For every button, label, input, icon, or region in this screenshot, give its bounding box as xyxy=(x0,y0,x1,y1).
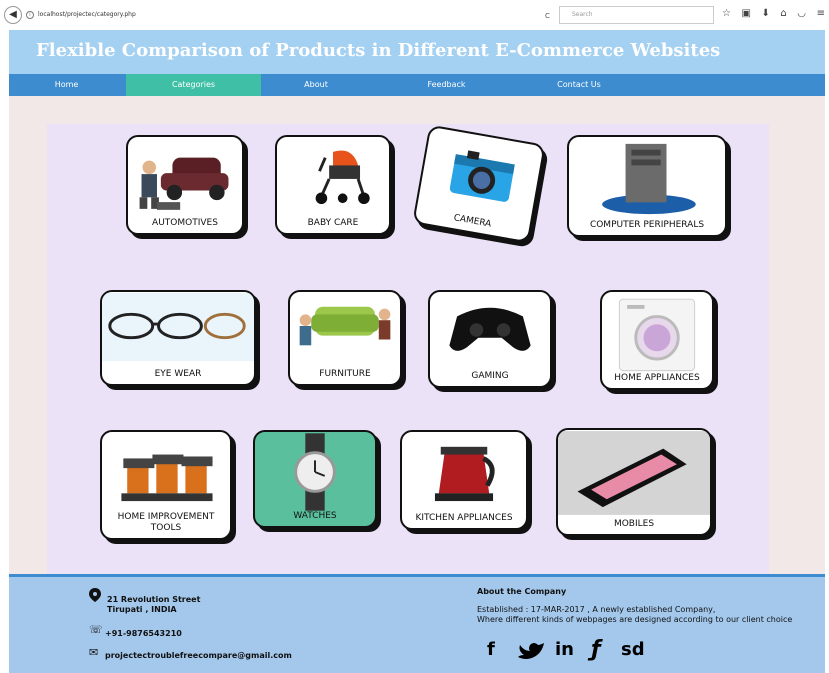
eyeglasses-icon xyxy=(102,292,254,362)
pocket-icon[interactable]: ◡ xyxy=(797,8,806,19)
category-label: WATCHES xyxy=(293,511,337,521)
washing-machine-icon xyxy=(618,298,696,372)
electric-kettle-icon xyxy=(434,446,495,502)
category-label: MOBILES xyxy=(613,519,655,529)
address-line1: 21 Revolution Street xyxy=(107,595,201,604)
email-address[interactable]: projectectroublefreecompare@gmail.com xyxy=(105,651,292,660)
nav-home[interactable]: Home xyxy=(9,74,124,96)
category-card-camera[interactable]: CAMERA xyxy=(412,124,546,244)
category-label: AUTOMOTIVES xyxy=(152,218,218,228)
nav-about[interactable]: About xyxy=(261,74,371,96)
category-card-mobiles[interactable]: MOBILES xyxy=(556,428,712,536)
category-label: KITCHEN APPLIANCES xyxy=(415,513,513,523)
category-card-automotives[interactable]: AUTOMOTIVES xyxy=(126,135,244,235)
browser-search-input[interactable]: Search xyxy=(559,6,714,24)
category-card-watches[interactable]: WATCHES xyxy=(253,430,377,528)
site-title: Flexible Comparison of Products in Diffe… xyxy=(36,40,721,61)
power-drills-icon xyxy=(121,454,213,502)
back-button[interactable]: ◀ xyxy=(4,6,22,24)
browser-toolbar: ◀ i localhost/projectec/category.php C S… xyxy=(0,0,829,30)
about-line2: Where different kinds of webpages are de… xyxy=(477,615,793,624)
computer-tower-icon xyxy=(602,143,696,215)
snapdeal-icon[interactable]: sd xyxy=(621,639,645,660)
phone-icon: ☏ xyxy=(89,623,103,636)
about-line1: Established : 17-MAR-2017 , A newly esta… xyxy=(477,605,716,614)
flipkart-icon[interactable]: ƒ xyxy=(591,637,601,662)
url-bar[interactable]: localhost/projectec/category.php xyxy=(24,6,544,24)
stroller-icon xyxy=(315,150,370,205)
category-label: BABY CARE xyxy=(307,218,359,228)
reload-button[interactable]: C xyxy=(545,12,550,20)
browser-toolbar-icons: ☆ ▣ ⬇ ⌂ ◡ ≡ xyxy=(722,8,829,19)
location-pin-icon xyxy=(89,588,101,602)
menu-icon[interactable]: ≡ xyxy=(817,8,825,19)
twitter-icon[interactable] xyxy=(516,641,546,663)
category-card-gaming[interactable]: GAMING xyxy=(428,290,552,388)
nav-categories[interactable]: Categories xyxy=(126,74,261,96)
category-label: EYE WEAR xyxy=(154,369,202,379)
category-card-furniture[interactable]: FURNITURE xyxy=(288,290,402,386)
address-line2: Tirupati , INDIA xyxy=(107,605,177,614)
category-card-eye-wear[interactable]: EYE WEAR xyxy=(100,290,256,386)
site-header: Flexible Comparison of Products in Diffe… xyxy=(9,30,825,74)
category-card-home-improvement-tools[interactable]: HOME IMPROVEMENT TOOLS xyxy=(100,430,232,540)
category-card-computer-peripherals[interactable]: COMPUTER PERIPHERALS xyxy=(567,135,727,237)
phone-number: +91-9876543210 xyxy=(105,629,182,638)
category-card-baby-care[interactable]: BABY CARE xyxy=(275,135,391,235)
nav-contact-us[interactable]: Contact Us xyxy=(519,74,639,96)
clipboard-icon[interactable]: ▣ xyxy=(742,8,751,19)
site-footer: 21 Revolution Street Tirupati , INDIA ☏ … xyxy=(9,574,825,673)
category-label: HOME APPLIANCES xyxy=(614,373,700,383)
category-label: FURNITURE xyxy=(319,369,371,379)
category-label: GAMING xyxy=(471,371,509,381)
automotive-mechanic-icon xyxy=(139,157,229,210)
facebook-icon[interactable]: f xyxy=(487,639,495,660)
download-icon[interactable]: ⬇ xyxy=(761,8,769,19)
wristwatch-icon xyxy=(294,433,336,511)
category-card-home-appliances[interactable]: HOME APPLIANCES xyxy=(600,290,714,390)
category-card-kitchen-appliances[interactable]: KITCHEN APPLIANCES xyxy=(400,430,528,530)
home-icon[interactable]: ⌂ xyxy=(780,8,786,19)
nav-feedback[interactable]: Feedback xyxy=(389,74,504,96)
main-nav: Home Categories About Feedback Contact U… xyxy=(9,74,825,96)
about-title: About the Company xyxy=(477,587,567,596)
linkedin-icon[interactable]: in xyxy=(555,639,574,660)
smartphone-icon xyxy=(558,431,710,515)
game-controller-icon xyxy=(449,307,531,351)
bookmark-star-icon[interactable]: ☆ xyxy=(722,8,731,19)
category-label: COMPUTER PERIPHERALS xyxy=(589,220,705,230)
category-label: HOME IMPROVEMENT TOOLS xyxy=(117,512,215,533)
sofa-movers-icon xyxy=(299,306,391,346)
envelope-icon: ✉ xyxy=(89,646,99,659)
